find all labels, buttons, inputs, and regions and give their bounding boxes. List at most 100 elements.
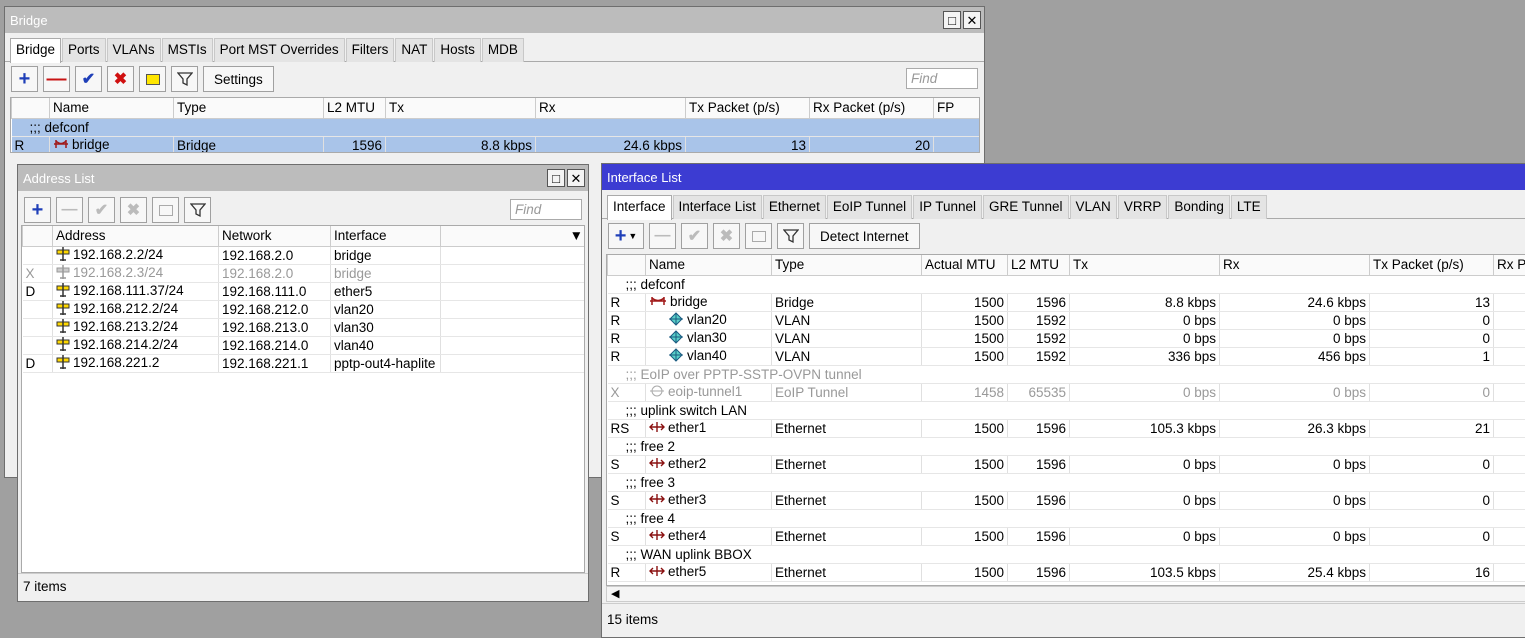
interface-toolbar: +▼ — ✔ ✖ Detect Internet — [602, 219, 1525, 253]
filter-button[interactable] — [777, 223, 804, 249]
add-button[interactable]: + — [24, 197, 51, 223]
find-input[interactable]: Find — [510, 199, 582, 220]
tab-eoip-tunnel[interactable]: EoIP Tunnel — [827, 195, 912, 219]
close-button[interactable]: ✕ — [963, 11, 981, 29]
column-address[interactable]: Address — [53, 226, 219, 246]
detect-internet-button[interactable]: Detect Internet — [809, 223, 920, 249]
enable-button[interactable]: ✔ — [88, 197, 115, 223]
filter-button[interactable] — [171, 66, 198, 92]
remove-button[interactable]: — — [43, 66, 70, 92]
table-row[interactable]: Sether3Ethernet150015960 bps0 bps0 — [608, 491, 1525, 509]
close-button[interactable]: ✕ — [567, 169, 585, 187]
column-tx-packet-p-s-[interactable]: Tx Packet (p/s) — [686, 98, 810, 118]
table-row[interactable]: 192.168.2.2/24192.168.2.0bridge — [23, 246, 586, 264]
column-tx[interactable]: Tx — [1070, 255, 1220, 275]
tab-nat[interactable]: NAT — [395, 38, 433, 62]
add-dropdown-button[interactable]: +▼ — [608, 223, 644, 249]
comment-row[interactable]: ;;; defconf — [12, 118, 981, 136]
comment-row[interactable]: ;;; free 4 — [608, 509, 1525, 527]
table-row[interactable]: 192.168.213.2/24192.168.213.0vlan30 — [23, 318, 586, 336]
tab-bonding[interactable]: Bonding — [1168, 195, 1230, 219]
table-row[interactable]: Rvlan30VLAN150015920 bps0 bps0 — [608, 329, 1525, 347]
maximize-button[interactable]: □ — [547, 169, 565, 187]
table-row[interactable]: Rvlan20VLAN150015920 bps0 bps0 — [608, 311, 1525, 329]
column-type[interactable]: Type — [772, 255, 922, 275]
column-l2-mtu[interactable]: L2 MTU — [1008, 255, 1070, 275]
column-name[interactable]: Name — [50, 98, 174, 118]
column-name[interactable]: Name — [646, 255, 772, 275]
tab-interface[interactable]: Interface — [607, 195, 672, 220]
scroll-left-icon[interactable]: ◀ — [611, 587, 619, 600]
column-l2-mtu[interactable]: L2 MTU — [324, 98, 386, 118]
column-rx[interactable]: Rx — [1220, 255, 1370, 275]
address-icon — [56, 301, 70, 318]
column-tx-packet-p-s-[interactable]: Tx Packet (p/s) — [1370, 255, 1494, 275]
enable-button[interactable]: ✔ — [75, 66, 102, 92]
table-row[interactable]: Rvlan40VLAN15001592336 bps456 bps1 — [608, 347, 1525, 365]
table-row[interactable]: Sether4Ethernet150015960 bps0 bps0 — [608, 527, 1525, 545]
tab-mstis[interactable]: MSTIs — [162, 38, 213, 62]
disable-button[interactable]: ✖ — [107, 66, 134, 92]
horizontal-scrollbar[interactable]: ◀ — [606, 586, 1525, 602]
column-actual-mtu[interactable]: Actual MTU — [922, 255, 1008, 275]
tab-ports[interactable]: Ports — [62, 38, 106, 62]
table-row[interactable]: X192.168.2.3/24192.168.2.0bridge — [23, 264, 586, 282]
column-rx-packet-p-s-[interactable]: Rx Packet (p/s) — [810, 98, 934, 118]
comment-row[interactable]: ;;; defconf — [608, 275, 1525, 293]
column-fp[interactable]: FP — [934, 98, 981, 118]
filter-button[interactable] — [184, 197, 211, 223]
bridge-window-titlebar[interactable]: Bridge — [5, 7, 984, 33]
add-button[interactable]: + — [11, 66, 38, 92]
table-row[interactable]: RbridgeBridge150015968.8 kbps24.6 kbps13 — [608, 293, 1525, 311]
comment-row[interactable]: ;;; uplink switch LAN — [608, 401, 1525, 419]
disable-button[interactable]: ✖ — [120, 197, 147, 223]
remove-button[interactable]: — — [649, 223, 676, 249]
tab-interface-list[interactable]: Interface List — [673, 195, 762, 219]
column-network[interactable]: Network — [219, 226, 331, 246]
tab-hosts[interactable]: Hosts — [434, 38, 481, 62]
row-flag: R — [608, 329, 646, 347]
tab-vrrp[interactable]: VRRP — [1118, 195, 1168, 219]
tab-vlan[interactable]: VLAN — [1070, 195, 1117, 219]
tab-lte[interactable]: LTE — [1231, 195, 1267, 219]
column-rx[interactable]: Rx — [536, 98, 686, 118]
comment-button[interactable] — [152, 197, 179, 223]
column-interface[interactable]: Interface — [331, 226, 441, 246]
row-name: bridge — [646, 293, 772, 311]
table-row[interactable]: Rether5Ethernet15001596103.5 kbps25.4 kb… — [608, 563, 1525, 581]
disable-button[interactable]: ✖ — [713, 223, 740, 249]
tab-ethernet[interactable]: Ethernet — [763, 195, 826, 219]
tab-ip-tunnel[interactable]: IP Tunnel — [913, 195, 982, 219]
comment-button[interactable] — [745, 223, 772, 249]
comment-row[interactable]: ;;; free 2 — [608, 437, 1525, 455]
column-type[interactable]: Type — [174, 98, 324, 118]
address-window-titlebar[interactable]: Address List — [18, 165, 588, 191]
column-chooser[interactable]: ▼ — [441, 226, 586, 246]
table-row[interactable]: D192.168.221.2192.168.221.1pptp-out4-hap… — [23, 354, 586, 372]
remove-button[interactable]: — — [56, 197, 83, 223]
column-rx-p[interactable]: Rx P — [1494, 255, 1525, 275]
table-row[interactable]: RSether1Ethernet15001596105.3 kbps26.3 k… — [608, 419, 1525, 437]
comment-row[interactable]: ;;; free 3 — [608, 473, 1525, 491]
table-row[interactable]: Sether2Ethernet150015960 bps0 bps0 — [608, 455, 1525, 473]
tab-bridge[interactable]: Bridge — [10, 38, 61, 63]
settings-button[interactable]: Settings — [203, 66, 274, 92]
tab-gre-tunnel[interactable]: GRE Tunnel — [983, 195, 1069, 219]
tab-vlans[interactable]: VLANs — [107, 38, 161, 62]
enable-button[interactable]: ✔ — [681, 223, 708, 249]
table-row[interactable]: R bridge Bridge 1596 8.8 kbps 24.6 kbps … — [12, 136, 981, 153]
find-input[interactable]: Find — [906, 68, 978, 89]
comment-row[interactable]: ;;; EoIP over PPTP-SSTP-OVPN tunnel — [608, 365, 1525, 383]
tab-filters[interactable]: Filters — [346, 38, 395, 62]
table-row[interactable]: Xeoip-tunnel1EoIP Tunnel1458655350 bps0 … — [608, 383, 1525, 401]
tab-mdb[interactable]: MDB — [482, 38, 524, 62]
table-row[interactable]: 192.168.214.2/24192.168.214.0vlan40 — [23, 336, 586, 354]
table-row[interactable]: D192.168.111.37/24192.168.111.0ether5 — [23, 282, 586, 300]
column-tx[interactable]: Tx — [386, 98, 536, 118]
interface-window-titlebar[interactable]: Interface List — [602, 164, 1525, 190]
tab-port-mst-overrides[interactable]: Port MST Overrides — [214, 38, 345, 62]
table-row[interactable]: 192.168.212.2/24192.168.212.0vlan20 — [23, 300, 586, 318]
comment-row[interactable]: ;;; WAN uplink BBOX — [608, 545, 1525, 563]
maximize-button[interactable]: □ — [943, 11, 961, 29]
comment-button[interactable] — [139, 66, 166, 92]
